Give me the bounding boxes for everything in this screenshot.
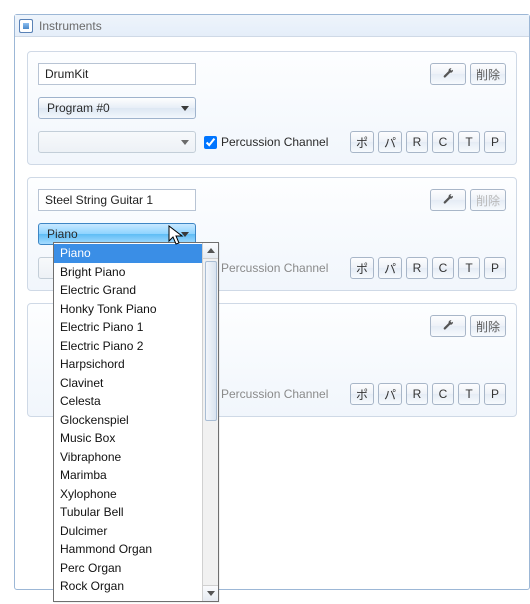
dropdown-option[interactable]: Clavinet <box>54 374 202 393</box>
scroll-up-button[interactable] <box>203 243 218 259</box>
wrench-icon <box>441 319 455 333</box>
pa-button[interactable]: パ <box>378 131 402 153</box>
program-dropdown-list[interactable]: PianoBright PianoElectric GrandHonky Ton… <box>53 242 219 602</box>
t-button[interactable]: T <box>458 257 480 279</box>
instrument-name-input[interactable] <box>38 63 196 85</box>
c-button[interactable]: C <box>432 131 454 153</box>
scroll-thumb[interactable] <box>205 261 217 421</box>
dropdown-option[interactable]: Hammond Organ <box>54 540 202 559</box>
settings-button[interactable] <box>430 315 466 337</box>
dropdown-option[interactable]: Honky Tonk Piano <box>54 300 202 319</box>
settings-button[interactable] <box>430 63 466 85</box>
dropdown-option[interactable]: Piano <box>54 244 202 263</box>
dropdown-option[interactable]: Dulcimer <box>54 522 202 541</box>
dropdown-option[interactable]: Perc Organ <box>54 559 202 578</box>
settings-button[interactable] <box>430 189 466 211</box>
delete-button[interactable]: 削除 <box>470 63 506 85</box>
pa-button[interactable]: パ <box>378 257 402 279</box>
r-button[interactable]: R <box>406 257 428 279</box>
wrench-icon <box>441 67 455 81</box>
chevron-down-icon <box>181 106 189 111</box>
program-select[interactable]: Program #0 <box>38 97 196 119</box>
delete-button[interactable]: 削除 <box>470 315 506 337</box>
dropdown-option[interactable]: Electric Piano 2 <box>54 337 202 356</box>
po-button[interactable]: ポ <box>350 257 374 279</box>
r-button[interactable]: R <box>406 383 428 405</box>
window-icon <box>19 19 33 33</box>
dropdown-option[interactable]: Tubular Bell <box>54 503 202 522</box>
percussion-channel-checkbox[interactable]: Percussion Channel <box>204 135 328 149</box>
dropdown-option[interactable]: Bright Piano <box>54 263 202 282</box>
window-titlebar: Instruments <box>15 15 529 37</box>
delete-button[interactable]: 削除 <box>470 189 506 211</box>
chevron-down-icon <box>181 140 189 145</box>
c-button[interactable]: C <box>432 383 454 405</box>
instruments-window: Instruments 削除 Program #0 <box>14 14 530 590</box>
chevron-down-icon <box>181 232 189 237</box>
dropdown-option[interactable]: Glockenspiel <box>54 411 202 430</box>
t-button[interactable]: T <box>458 131 480 153</box>
chevron-down-icon <box>207 591 215 596</box>
p-button[interactable]: P <box>484 383 506 405</box>
dropdown-option[interactable]: Harpsichord <box>54 355 202 374</box>
dropdown-option[interactable]: Marimba <box>54 466 202 485</box>
window-title: Instruments <box>39 19 102 33</box>
p-button[interactable]: P <box>484 131 506 153</box>
dropdown-option[interactable]: Music Box <box>54 429 202 448</box>
dropdown-option[interactable]: Vibraphone <box>54 448 202 467</box>
instrument-name-input[interactable] <box>38 189 196 211</box>
scroll-down-button[interactable] <box>203 585 218 601</box>
r-button[interactable]: R <box>406 131 428 153</box>
instrument-panel: 削除 Program #0 Percussion Channel <box>27 51 517 165</box>
dropdown-option[interactable]: Xylophone <box>54 485 202 504</box>
pa-button[interactable]: パ <box>378 383 402 405</box>
t-button[interactable]: T <box>458 383 480 405</box>
p-button[interactable]: P <box>484 257 506 279</box>
wrench-icon <box>441 193 455 207</box>
sub-select[interactable] <box>38 131 196 153</box>
po-button[interactable]: ポ <box>350 131 374 153</box>
percussion-channel-checkbox[interactable]: Percussion Channel <box>204 261 328 275</box>
dropdown-option[interactable]: Electric Piano 1 <box>54 318 202 337</box>
po-button[interactable]: ポ <box>350 383 374 405</box>
percussion-channel-checkbox[interactable]: Percussion Channel <box>204 387 328 401</box>
chevron-up-icon <box>207 248 215 253</box>
c-button[interactable]: C <box>432 257 454 279</box>
dropdown-option[interactable]: Celesta <box>54 392 202 411</box>
dropdown-option[interactable]: Electric Grand <box>54 281 202 300</box>
dropdown-scrollbar[interactable] <box>202 243 218 601</box>
dropdown-option[interactable]: Rock Organ <box>54 577 202 596</box>
